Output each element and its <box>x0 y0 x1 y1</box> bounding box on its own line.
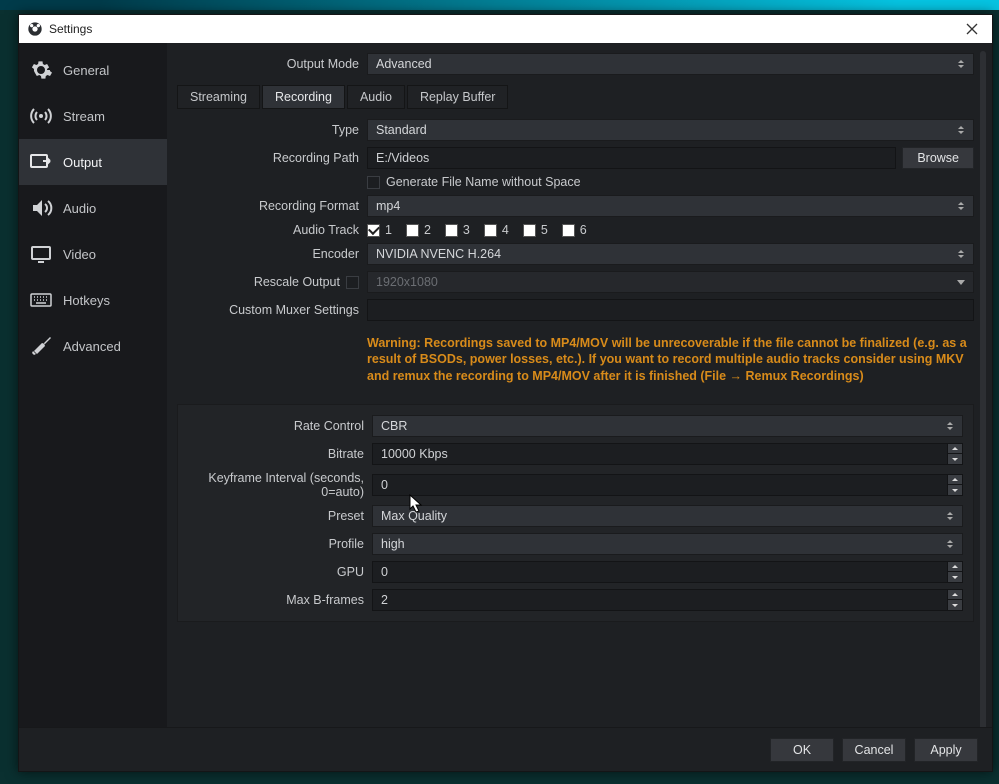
audio-track-6-checkbox[interactable] <box>562 224 575 237</box>
recording-path-input[interactable]: E:/Videos <box>367 147 896 169</box>
encoder-label: Encoder <box>177 247 367 261</box>
output-mode-select[interactable]: Advanced <box>367 53 974 75</box>
chevron-updown-icon <box>953 120 969 140</box>
tab-audio[interactable]: Audio <box>347 85 405 109</box>
sidebar-label: Hotkeys <box>63 293 110 308</box>
chevron-updown-icon <box>942 534 958 554</box>
gpu-label: GPU <box>182 565 372 579</box>
muxer-input[interactable] <box>367 299 974 321</box>
keyframe-spinbox[interactable]: 0 <box>372 474 963 496</box>
type-select[interactable]: Standard <box>367 119 974 141</box>
chevron-updown-icon <box>953 196 969 216</box>
recording-format-select[interactable]: mp4 <box>367 195 974 217</box>
sidebar-item-video[interactable]: Video <box>19 231 167 277</box>
sidebar-item-advanced[interactable]: Advanced <box>19 323 167 369</box>
warning-text: Warning: Recordings saved to MP4/MOV wil… <box>367 327 974 390</box>
recording-format-label: Recording Format <box>177 199 367 213</box>
cancel-button[interactable]: Cancel <box>842 738 906 762</box>
sidebar-item-output[interactable]: Output <box>19 139 167 185</box>
gear-icon <box>29 58 53 82</box>
sidebar-label: Audio <box>63 201 96 216</box>
close-button[interactable] <box>960 17 984 41</box>
apply-button[interactable]: Apply <box>914 738 978 762</box>
audio-track-3-checkbox[interactable] <box>445 224 458 237</box>
max-bframes-spinbox[interactable]: 2 <box>372 589 963 611</box>
audio-track-label: Audio Track <box>177 223 367 237</box>
sidebar-item-audio[interactable]: Audio <box>19 185 167 231</box>
sidebar-label: Advanced <box>63 339 121 354</box>
sidebar-label: Video <box>63 247 96 262</box>
chevron-updown-icon <box>953 54 969 74</box>
gen-filename-checkbox[interactable] <box>367 176 380 189</box>
keyboard-icon <box>29 288 53 312</box>
audio-track-2-checkbox[interactable] <box>406 224 419 237</box>
tabs: Streaming Recording Audio Replay Buffer <box>177 85 974 109</box>
audio-track-4-checkbox[interactable] <box>484 224 497 237</box>
chevron-down-icon <box>953 272 969 292</box>
rate-control-label: Rate Control <box>182 419 372 433</box>
settings-dialog: Settings General Stream Output Audio <box>18 14 993 772</box>
output-icon <box>29 150 53 174</box>
encoder-settings-panel: Rate Control CBR Bitrate 10000 Kbps Keyf… <box>177 404 974 622</box>
output-mode-label: Output Mode <box>177 57 367 71</box>
tab-streaming[interactable]: Streaming <box>177 85 260 109</box>
rescale-output-label: Rescale Output <box>254 275 340 289</box>
audio-icon <box>29 196 53 220</box>
tab-recording[interactable]: Recording <box>262 85 345 109</box>
gen-filename-label: Generate File Name without Space <box>386 175 581 189</box>
muxer-label: Custom Muxer Settings <box>177 303 367 317</box>
audio-track-1-checkbox[interactable] <box>367 224 380 237</box>
rate-control-select[interactable]: CBR <box>372 415 963 437</box>
keyframe-label: Keyframe Interval (seconds, 0=auto) <box>182 471 372 499</box>
max-bframes-label: Max B-frames <box>182 593 372 607</box>
recording-path-label: Recording Path <box>177 151 367 165</box>
bitrate-label: Bitrate <box>182 447 372 461</box>
sidebar-label: General <box>63 63 109 78</box>
sidebar-label: Stream <box>63 109 105 124</box>
profile-label: Profile <box>182 537 372 551</box>
main-panel: Output Mode Advanced Streaming Recording… <box>167 43 992 727</box>
app-icon <box>27 21 43 37</box>
encoder-select[interactable]: NVIDIA NVENC H.264 <box>367 243 974 265</box>
profile-select[interactable]: high <box>372 533 963 555</box>
chevron-updown-icon <box>953 244 969 264</box>
bitrate-spinbox[interactable]: 10000 Kbps <box>372 443 963 465</box>
chevron-updown-icon <box>942 506 958 526</box>
rescale-output-select[interactable]: 1920x1080 <box>367 271 974 293</box>
dialog-footer: OK Cancel Apply <box>19 727 992 771</box>
tools-icon <box>29 334 53 358</box>
chevron-updown-icon <box>942 416 958 436</box>
gpu-spinbox[interactable]: 0 <box>372 561 963 583</box>
video-icon <box>29 242 53 266</box>
rescale-output-checkbox[interactable] <box>346 276 359 289</box>
window-title: Settings <box>49 22 92 36</box>
sidebar-label: Output <box>63 155 102 170</box>
tab-replay-buffer[interactable]: Replay Buffer <box>407 85 509 109</box>
scrollbar[interactable] <box>980 51 986 727</box>
titlebar: Settings <box>19 15 992 43</box>
sidebar: General Stream Output Audio Video Hotkey… <box>19 43 167 727</box>
sidebar-item-general[interactable]: General <box>19 47 167 93</box>
browse-button[interactable]: Browse <box>902 147 974 169</box>
stream-icon <box>29 104 53 128</box>
sidebar-item-stream[interactable]: Stream <box>19 93 167 139</box>
preset-label: Preset <box>182 509 372 523</box>
type-label: Type <box>177 123 367 137</box>
ok-button[interactable]: OK <box>770 738 834 762</box>
sidebar-item-hotkeys[interactable]: Hotkeys <box>19 277 167 323</box>
preset-select[interactable]: Max Quality <box>372 505 963 527</box>
audio-track-5-checkbox[interactable] <box>523 224 536 237</box>
